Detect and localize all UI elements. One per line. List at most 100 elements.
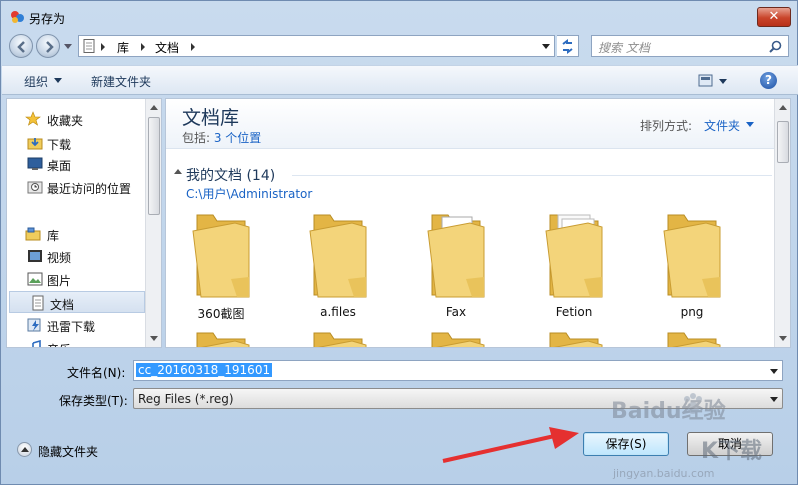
scroll-up-icon[interactable] — [779, 105, 787, 110]
breadcrumb-documents[interactable]: 文档 — [155, 39, 179, 56]
star-icon — [25, 111, 41, 126]
recent-pages-dropdown-icon[interactable] — [64, 44, 72, 49]
refresh-button[interactable] — [557, 35, 579, 57]
close-button[interactable]: ✕ — [757, 7, 791, 27]
folder-item[interactable]: png — [650, 209, 734, 319]
folder-icon — [309, 214, 367, 298]
thunder-download-icon — [27, 318, 41, 332]
sidebar-item-label: 桌面 — [47, 159, 72, 173]
folder-name: 360截图 — [197, 307, 245, 321]
folder-name: png — [680, 305, 704, 319]
sidebar-item[interactable]: 收藏夹 — [7, 108, 147, 130]
sidebar-item[interactable]: 最近访问的位置 — [7, 176, 147, 198]
save-as-dialog: 另存为 ✕ 库 文档 搜索 文档 组织 新建文件夹 ? 迅雷下载 文档 图片 视… — [0, 0, 798, 485]
sidebar-item-label: 图片 — [47, 274, 72, 288]
address-dropdown-button[interactable] — [537, 35, 555, 57]
breadcrumb-separator-icon[interactable] — [141, 43, 145, 51]
folder-icon — [196, 332, 250, 347]
scroll-down-icon[interactable] — [150, 336, 158, 341]
back-button[interactable] — [9, 34, 33, 58]
folder-name: a.files — [320, 305, 356, 319]
breadcrumb-library[interactable]: 库 — [117, 39, 129, 56]
change-view-icon[interactable] — [698, 74, 728, 88]
folder-item[interactable] — [414, 327, 498, 347]
video-icon — [28, 250, 42, 262]
folder-icon — [545, 214, 603, 298]
folder-icon — [667, 332, 721, 347]
scroll-up-icon[interactable] — [150, 105, 158, 110]
forward-button[interactable] — [36, 34, 60, 58]
help-icon[interactable]: ? — [760, 72, 777, 89]
group-title[interactable]: 我的文档 (14) — [186, 165, 275, 185]
sidebar-item-label: 视频 — [47, 251, 72, 265]
folder-icon — [427, 214, 485, 298]
arrange-by-dropdown[interactable]: 文件夹 — [704, 117, 740, 134]
annotation-arrow-icon — [442, 427, 579, 463]
folder-item[interactable]: a.files — [296, 209, 380, 319]
search-placeholder: 搜索 文档 — [598, 41, 650, 55]
sidebar-item[interactable]: 音乐 — [7, 337, 147, 347]
sidebar-item[interactable]: 桌面 — [7, 153, 147, 175]
music-icon — [32, 340, 41, 347]
download-folder-icon — [27, 138, 43, 150]
library-includes: 包括: 3 个位置 — [182, 129, 261, 146]
sidebar-item-label: 音乐 — [47, 341, 71, 347]
sidebar-item[interactable]: 迅雷下载 — [7, 314, 147, 336]
document-icon — [32, 295, 44, 311]
folder-name: Fax — [445, 305, 467, 319]
window-title: 另存为 — [29, 12, 66, 26]
library-icon — [25, 227, 41, 241]
breadcrumb-separator-icon[interactable] — [191, 43, 195, 51]
library-header: 文档库 包括: 3 个位置 排列方式: 文件夹 — [166, 99, 776, 149]
desktop-icon — [27, 157, 43, 170]
search-icon[interactable] — [769, 40, 782, 53]
app-icon — [11, 11, 24, 23]
collapse-group-icon[interactable] — [174, 169, 182, 174]
library-title: 文档库 — [182, 107, 240, 129]
content-scrollbar[interactable] — [774, 99, 790, 347]
includes-prefix: 包括: — [182, 131, 214, 145]
filetype-value: Reg Files (*.reg) — [138, 392, 234, 406]
group-path-link[interactable]: C:\用户\Administrator — [186, 185, 312, 202]
organize-button[interactable]: 组织 — [24, 73, 48, 90]
nav-scrollbar[interactable] — [145, 99, 161, 347]
arrange-dropdown-icon[interactable] — [746, 122, 754, 127]
folder-item[interactable]: Fax — [414, 209, 498, 319]
folder-item[interactable] — [296, 327, 380, 347]
sidebar-item[interactable]: 文档 — [9, 291, 145, 313]
folder-icon — [192, 214, 250, 298]
breadcrumb-separator-icon[interactable] — [101, 43, 105, 51]
back-arrow-icon — [17, 41, 25, 53]
search-input[interactable]: 搜索 文档 — [591, 35, 789, 57]
sidebar-item-label: 收藏夹 — [47, 114, 84, 128]
sidebar-item[interactable]: 图片 — [7, 268, 147, 290]
address-bar[interactable]: 库 文档 — [78, 35, 554, 57]
scroll-thumb[interactable] — [148, 117, 160, 215]
sidebar-item-label: 最近访问的位置 — [47, 182, 132, 196]
library-locations-link[interactable]: 3 个位置 — [214, 131, 261, 145]
folder-item[interactable] — [650, 327, 734, 347]
sidebar-item[interactable]: 下载 — [7, 132, 147, 154]
filename-dropdown-icon[interactable] — [770, 369, 778, 374]
folder-item[interactable] — [532, 327, 616, 347]
folder-item[interactable]: Fetion — [532, 209, 616, 319]
folder-item[interactable]: 360截图 — [179, 209, 263, 321]
title-bar[interactable]: 另存为 ✕ — [1, 1, 797, 33]
scroll-down-icon[interactable] — [779, 336, 787, 341]
scroll-thumb[interactable] — [777, 121, 789, 163]
folder-item[interactable] — [179, 327, 263, 347]
hide-folders-button[interactable]: 隐藏文件夹 — [38, 443, 98, 460]
filename-value: cc_20160318_191601 — [136, 363, 273, 377]
folder-icon — [663, 214, 721, 298]
folder-icon — [313, 332, 367, 347]
arrange-by-label: 排列方式: — [640, 119, 693, 133]
new-folder-button[interactable]: 新建文件夹 — [91, 73, 151, 90]
sidebar-item[interactable]: 视频 — [7, 245, 147, 267]
sidebar-item[interactable]: 库 — [7, 223, 147, 245]
command-toolbar: 组织 新建文件夹 ? — [2, 65, 798, 95]
hide-folders-icon[interactable] — [17, 442, 32, 457]
watermark-site: K下载 — [701, 439, 763, 464]
organize-dropdown-icon[interactable] — [54, 78, 62, 83]
file-list-pane: 文档库 包括: 3 个位置 排列方式: 文件夹 我的文档 (14) C:\用户\… — [165, 98, 791, 348]
filename-input[interactable]: cc_20160318_191601 — [133, 360, 783, 381]
